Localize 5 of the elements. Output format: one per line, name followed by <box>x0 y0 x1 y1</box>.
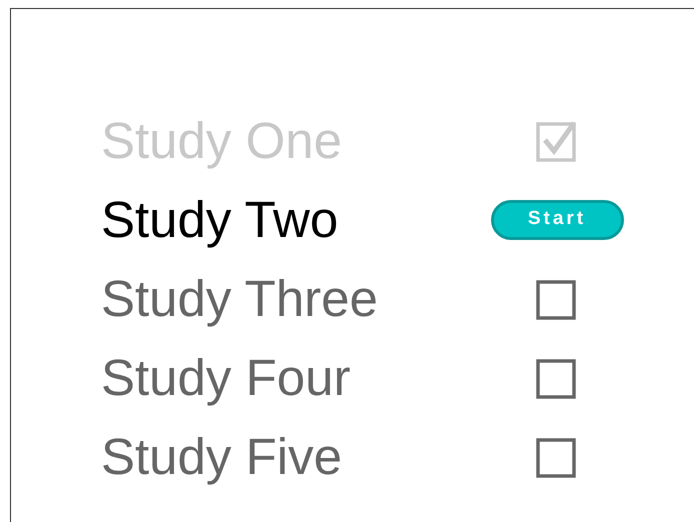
checkbox[interactable] <box>536 278 578 320</box>
checkbox[interactable] <box>536 356 578 398</box>
checkbox[interactable] <box>536 436 578 478</box>
start-button[interactable]: Start <box>490 200 624 240</box>
checked-checkbox[interactable] <box>536 120 578 162</box>
